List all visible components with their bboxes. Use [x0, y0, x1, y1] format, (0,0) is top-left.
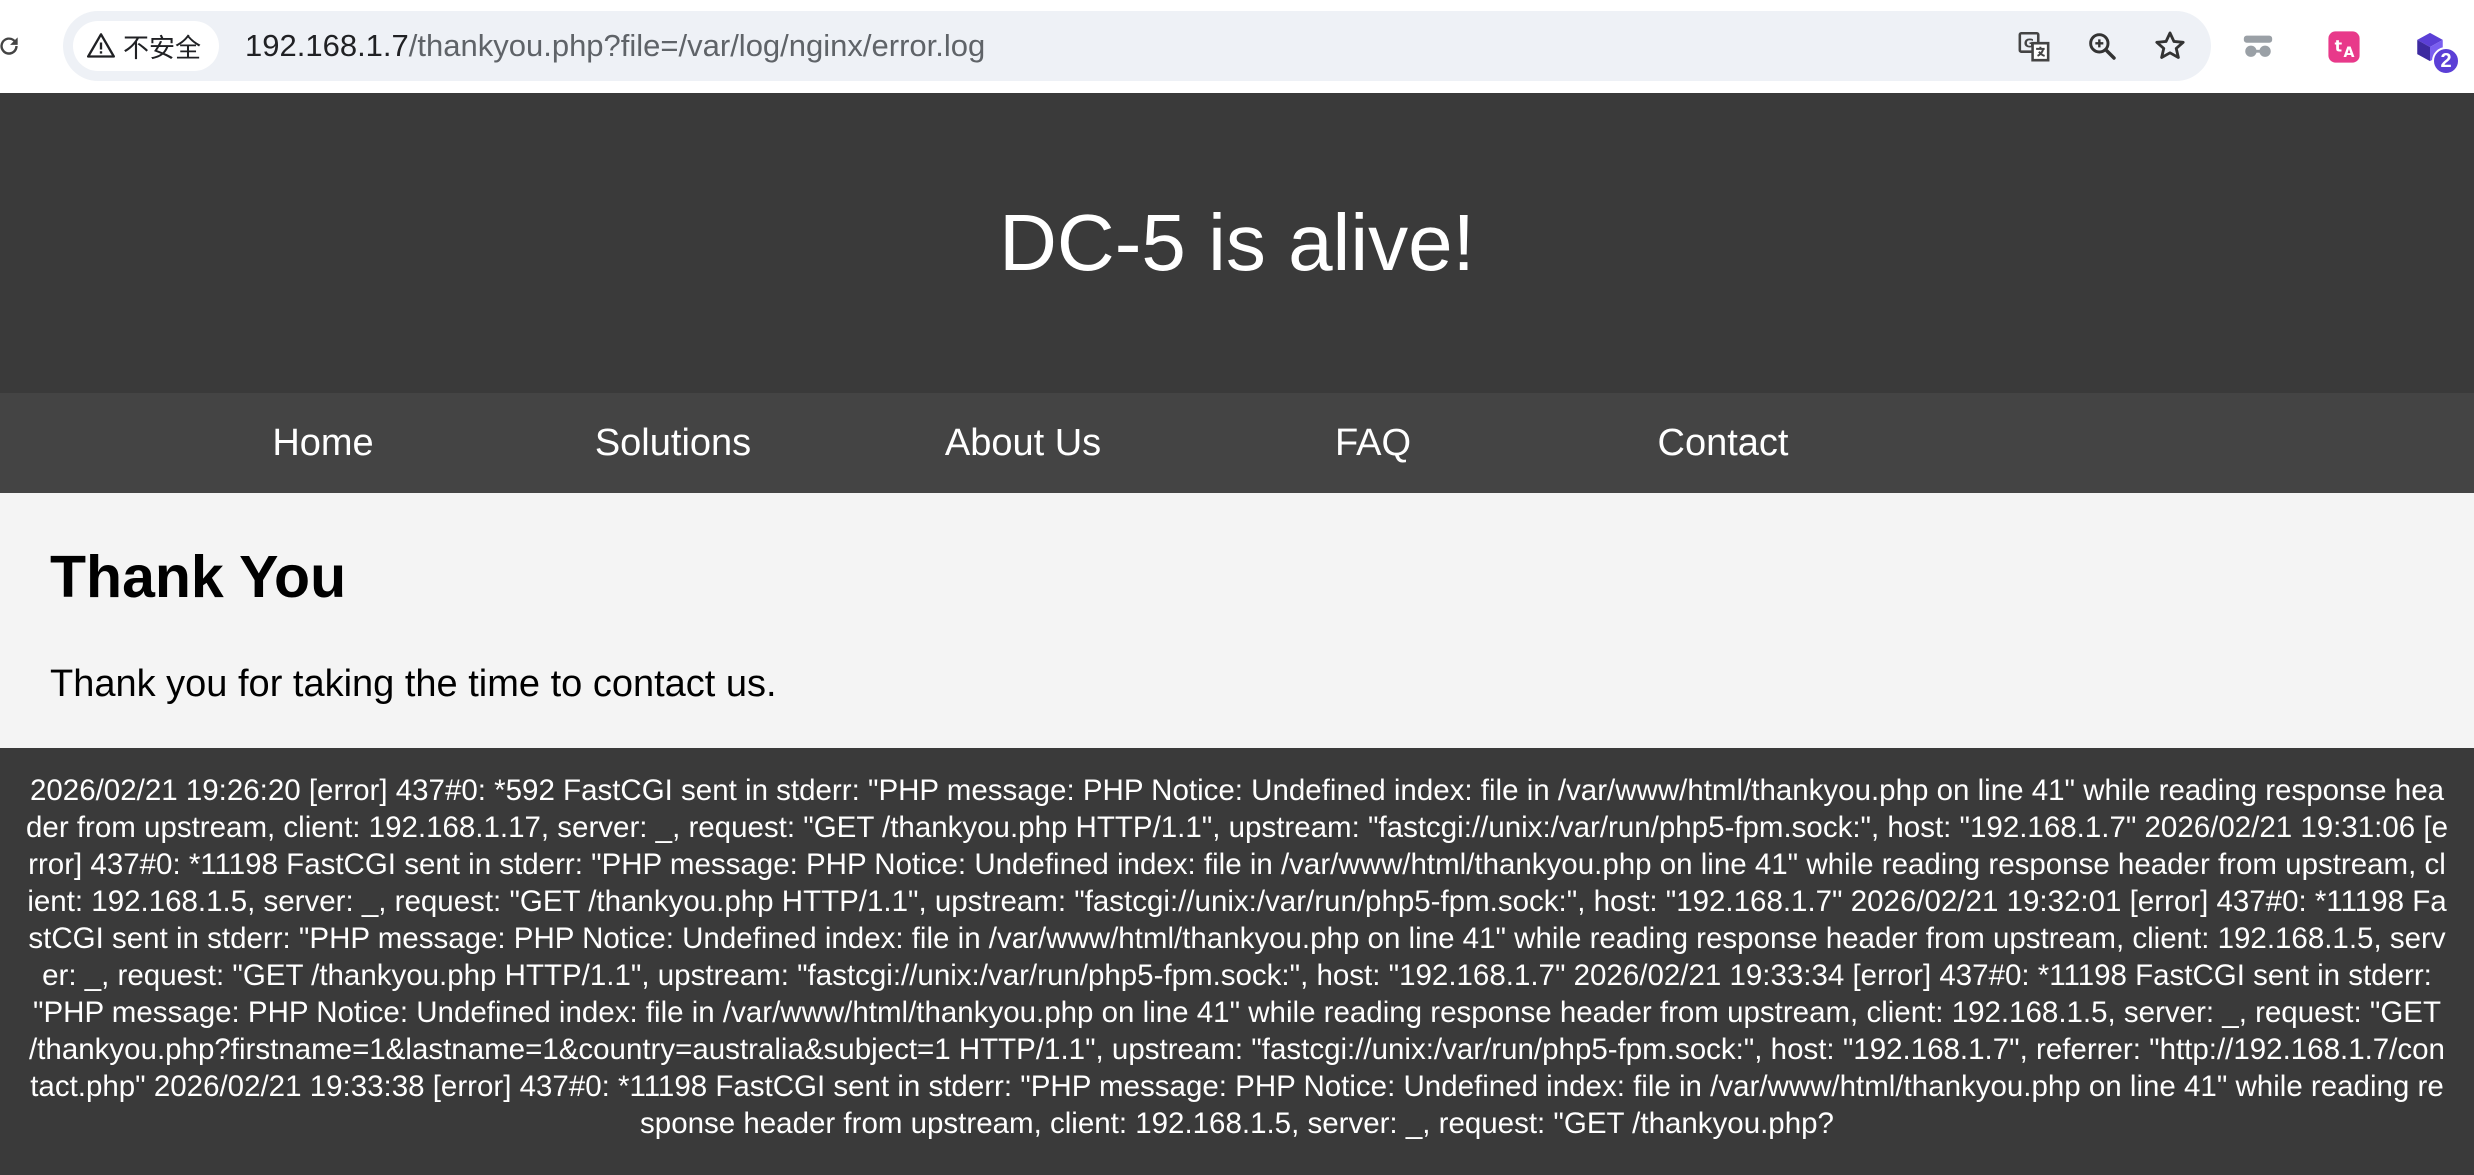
svg-text:t: t: [2335, 37, 2343, 55]
translate-button[interactable]: G: [2015, 27, 2053, 65]
nav-solutions[interactable]: Solutions: [498, 393, 848, 493]
footer-log-output: 2026/02/21 19:26:20 [error] 437#0: *592 …: [0, 748, 2474, 1175]
security-label: 不安全: [123, 32, 202, 63]
address-bar[interactable]: 不安全 192.168.1.7/thankyou.php?file=/var/l…: [63, 11, 2211, 81]
security-indicator[interactable]: 不安全: [73, 21, 220, 71]
nav-contact[interactable]: Contact: [1548, 393, 1898, 493]
browser-toolbar: 不安全 192.168.1.7/thankyou.php?file=/var/l…: [0, 0, 2474, 93]
thank-you-message: Thank you for taking the time to contact…: [50, 663, 777, 705]
reload-button[interactable]: [0, 28, 24, 64]
page-heading: Thank You: [50, 544, 347, 610]
url-path: /thankyou.php?file=/var/log/nginx/error.…: [408, 28, 986, 63]
nav-faq[interactable]: FAQ: [1198, 393, 1548, 493]
glasses-icon: [2243, 35, 2273, 57]
nav-about-us[interactable]: About Us: [848, 393, 1198, 493]
translator-icon: t A: [2328, 31, 2360, 63]
extension-badge-app[interactable]: 2: [2412, 29, 2460, 75]
site-header: DC-5 is alive!: [0, 93, 2474, 393]
main-content: Thank You Thank you for taking the time …: [0, 493, 2474, 748]
zoom-in-icon: [2089, 33, 2116, 60]
error-log-text: 2026/02/21 19:26:20 [error] 437#0: *592 …: [26, 774, 2448, 1140]
zoom-button[interactable]: [2083, 27, 2121, 65]
warning-icon: [87, 33, 115, 58]
star-icon: [2155, 31, 2185, 59]
extension-incognito[interactable]: [2240, 29, 2276, 65]
nav-home[interactable]: Home: [148, 393, 498, 493]
url-text[interactable]: 192.168.1.7/thankyou.php?file=/var/log/n…: [245, 28, 985, 64]
extension-badge-count: 2: [2432, 47, 2460, 75]
url-host: 192.168.1.7: [245, 28, 409, 63]
main-nav: Home Solutions About Us FAQ Contact: [0, 393, 2474, 493]
bookmark-button[interactable]: [2151, 27, 2189, 65]
extension-toolbar: t A 2: [2240, 22, 2460, 75]
translate-icon: G: [2018, 31, 2050, 62]
reload-icon: [0, 37, 18, 55]
site-title: DC-5 is alive!: [999, 198, 1475, 287]
svg-text:A: A: [2343, 45, 2354, 61]
extension-translator[interactable]: t A: [2326, 29, 2362, 65]
address-bar-actions: G: [2015, 11, 2189, 81]
